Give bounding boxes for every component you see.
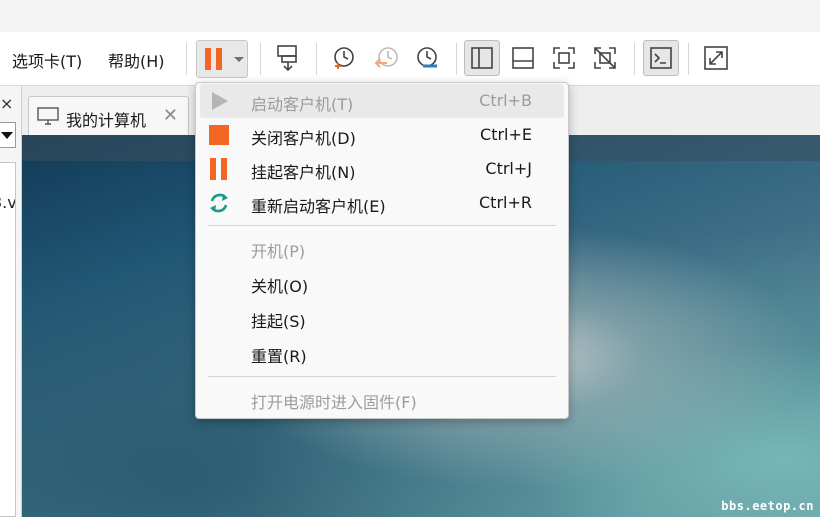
menu-item-power-on[interactable]: 开机(P) <box>200 231 564 265</box>
menu-item-label: 挂起客户机(N) <box>251 163 356 182</box>
toolbar: 选项卡(T) 帮助(H) <box>0 32 820 93</box>
menu-item-label: 开机(P) <box>251 242 306 261</box>
snapshot-revert-icon <box>374 47 398 68</box>
menu-item-suspend[interactable]: 挂起(S) <box>200 301 564 335</box>
menu-item-power-on-to-firmware[interactable]: 打开电源时进入固件(F) <box>200 382 564 416</box>
menu-tabs[interactable]: 选项卡(T) <box>12 48 82 72</box>
stretch-icon <box>704 46 728 70</box>
pause-icon <box>208 158 230 180</box>
play-icon <box>208 91 230 111</box>
toolbar-separator <box>688 43 689 75</box>
menu-item-suspend-guest[interactable]: 挂起客户机(N) Ctrl+J <box>200 152 564 186</box>
menu-separator <box>208 376 556 377</box>
menu-item-restart-guest[interactable]: 重新启动客户机(E) Ctrl+R <box>200 186 564 220</box>
library-list[interactable]: 3.v <box>0 162 16 517</box>
menu-item-label: 重置(R) <box>251 347 307 366</box>
tab-label: 我的计算机 <box>66 111 147 130</box>
menu-item-shortcut: Ctrl+J <box>485 159 532 178</box>
thumbnail-view-icon <box>512 47 534 69</box>
power-button[interactable] <box>196 40 248 78</box>
fullscreen-icon <box>553 47 575 69</box>
thumbnail-bar-button[interactable] <box>505 40 541 76</box>
library-filter-dropdown[interactable] <box>0 122 16 148</box>
power-menu: 启动客户机(T) Ctrl+B 关闭客户机(D) Ctrl+E 挂起客户机(N)… <box>195 82 569 419</box>
pause-icon <box>205 48 222 70</box>
title-bar <box>0 0 820 32</box>
menu-item-label: 关机(O) <box>251 277 309 296</box>
send-ctrl-alt-del-button[interactable] <box>270 40 306 76</box>
menu-help[interactable]: 帮助(H) <box>108 48 165 72</box>
send-keys-icon <box>277 45 297 72</box>
snapshot-manager-icon <box>417 47 437 68</box>
menu-item-power-off[interactable]: 关机(O) <box>200 266 564 300</box>
toolbar-separator <box>456 43 457 75</box>
tab-my-computer[interactable]: 我的计算机 ✕ <box>28 96 189 135</box>
menu-item-label: 重新启动客户机(E) <box>251 197 386 216</box>
library-close-icon[interactable]: × <box>0 94 13 113</box>
menu-item-label: 打开电源时进入固件(F) <box>251 393 417 412</box>
unity-icon <box>594 47 616 69</box>
unity-mode-button[interactable] <box>587 40 623 76</box>
library-view-icon <box>471 47 493 69</box>
toolbar-separator <box>316 43 317 75</box>
snapshot-add-icon <box>334 47 354 69</box>
toolbar-separator <box>260 43 261 75</box>
chevron-down-icon <box>1 132 13 139</box>
menu-separator <box>208 225 556 226</box>
menu-item-shortcut: Ctrl+R <box>479 193 532 212</box>
show-library-button[interactable] <box>464 40 500 76</box>
menu-item-shortcut: Ctrl+E <box>480 125 532 144</box>
snapshot-manager-button[interactable] <box>410 40 446 76</box>
take-snapshot-button[interactable] <box>326 40 362 76</box>
console-view-button[interactable] <box>643 40 679 76</box>
menu-item-shortcut: Ctrl+B <box>479 91 532 110</box>
menu-item-reset[interactable]: 重置(R) <box>200 336 564 370</box>
full-screen-button[interactable] <box>546 40 582 76</box>
revert-snapshot-button[interactable] <box>368 40 404 76</box>
menu-item-label: 挂起(S) <box>251 312 306 331</box>
menu-item-label: 启动客户机(T) <box>251 95 354 114</box>
tab-close-icon[interactable]: ✕ <box>163 105 178 126</box>
library-list-item[interactable]: 3.v <box>0 193 15 212</box>
menu-item-shutdown-guest[interactable]: 关闭客户机(D) Ctrl+E <box>200 118 564 152</box>
toolbar-separator <box>634 43 635 75</box>
terminal-icon <box>650 47 672 69</box>
restart-icon <box>208 193 230 213</box>
watermark: bbs.eetop.cn <box>721 499 814 513</box>
chevron-down-icon[interactable] <box>233 56 245 64</box>
stretch-guest-button[interactable] <box>698 40 734 76</box>
monitor-icon <box>37 107 59 125</box>
menu-item-label: 关闭客户机(D) <box>251 129 356 148</box>
stop-icon <box>208 125 230 145</box>
menu-item-start-guest[interactable]: 启动客户机(T) Ctrl+B <box>200 84 564 118</box>
toolbar-separator <box>186 43 187 75</box>
